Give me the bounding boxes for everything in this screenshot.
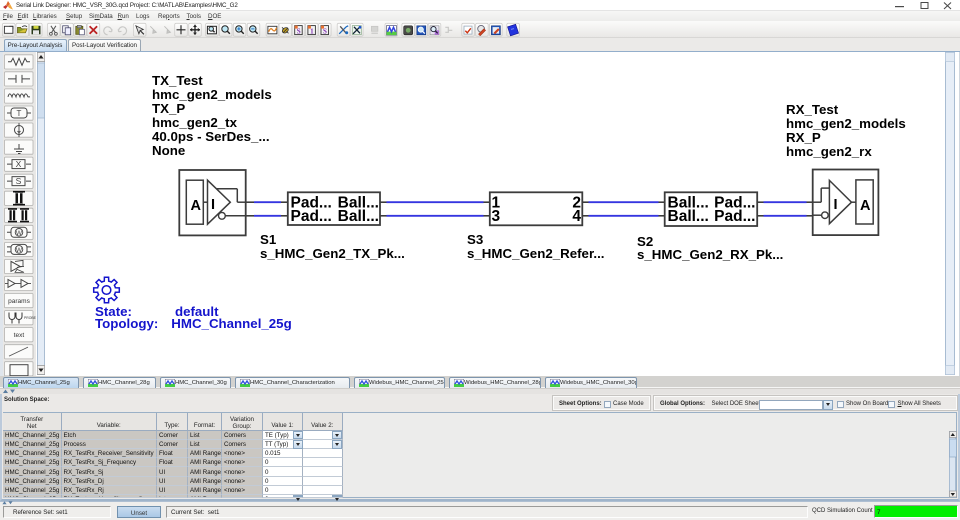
svg-text:PROBE: PROBE	[24, 316, 36, 320]
svg-text:params: params	[8, 298, 30, 305]
svg-text:S: S	[297, 27, 301, 35]
svg-text:T: T	[17, 109, 22, 118]
svg-text:Pad...: Pad...	[714, 208, 755, 225]
svg-text:Ball...: Ball...	[338, 208, 379, 225]
svg-text:I: I	[834, 197, 838, 213]
svg-text:W: W	[16, 230, 23, 237]
svg-text:A: A	[191, 198, 202, 214]
svg-text:1: 1	[310, 27, 314, 35]
svg-text:W: W	[16, 247, 23, 254]
svg-text:S: S	[323, 27, 327, 35]
svg-text:3: 3	[492, 208, 501, 225]
svg-text:A: A	[860, 198, 871, 214]
svg-text:4: 4	[572, 208, 581, 225]
svg-text:X: X	[16, 159, 22, 169]
svg-text:I: I	[211, 197, 215, 213]
svg-text:text: text	[14, 332, 25, 339]
svg-text:Pad...: Pad...	[291, 208, 332, 225]
svg-text:S: S	[16, 176, 22, 186]
svg-text:Ball...: Ball...	[668, 208, 709, 225]
